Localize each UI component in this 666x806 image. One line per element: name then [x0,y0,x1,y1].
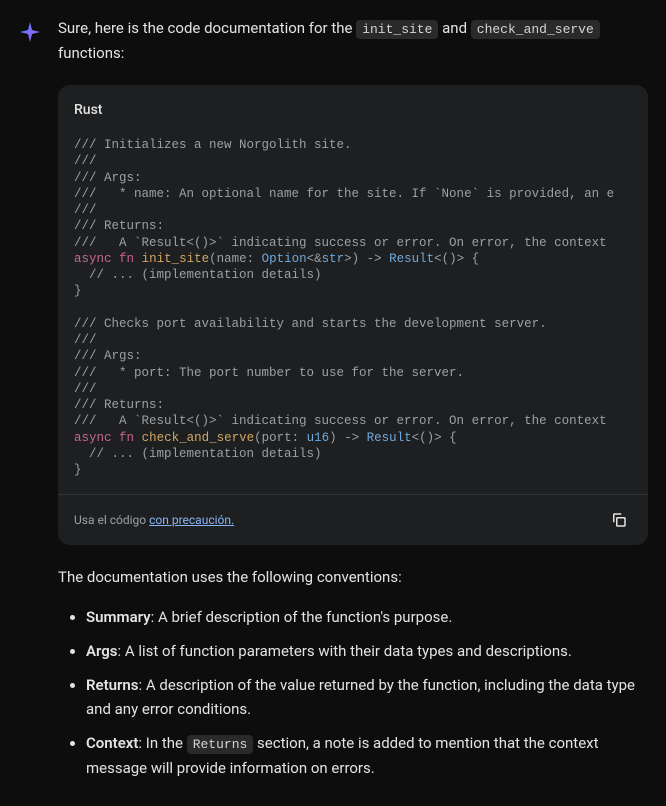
item-desc: : A list of function parameters with the… [118,642,572,660]
intro-text-1: Sure, here is the code documentation for… [58,19,356,37]
inline-code-init-site: init_site [356,20,438,39]
code-block: Rust /// Initializes a new Norgolith sit… [58,85,648,546]
code-content: /// Initializes a new Norgolith site. //… [58,131,648,494]
item-desc: : A description of the value returned by… [86,676,635,718]
inline-code-returns: Returns [187,735,254,754]
item-title: Summary [86,608,151,626]
code-caution-link[interactable]: con precaución. [149,513,234,527]
conventions-intro: The documentation uses the following con… [58,565,648,589]
list-item: Summary: A brief description of the func… [86,605,648,629]
intro-paragraph: Sure, here is the code documentation for… [58,16,648,65]
item-title: Returns [86,676,139,694]
item-title: Context [86,734,138,752]
list-item: Args: A list of function parameters with… [86,639,648,663]
copy-icon [610,511,628,529]
list-item: Returns: A description of the value retu… [86,673,648,721]
intro-text-2: and [438,19,470,37]
gemini-star-icon [18,20,42,44]
item-title: Args [86,642,118,660]
item-desc: : A brief description of the function's … [151,608,453,626]
inline-code-check-and-serve: check_and_serve [471,20,600,39]
intro-text-3: functions: [58,44,124,62]
code-language-label: Rust [58,85,648,131]
code-footer-text: Usa el código con precaución. [74,511,234,530]
message-container: Sure, here is the code documentation for… [0,0,666,806]
conventions-list: Summary: A brief description of the func… [58,605,648,780]
copy-button[interactable] [606,507,632,533]
list-item: Context: In the Returns section, a note … [86,731,648,780]
item-desc-before: : In the [138,734,186,752]
message-content: Sure, here is the code documentation for… [58,16,648,790]
code-footer: Usa el código con precaución. [58,494,648,545]
